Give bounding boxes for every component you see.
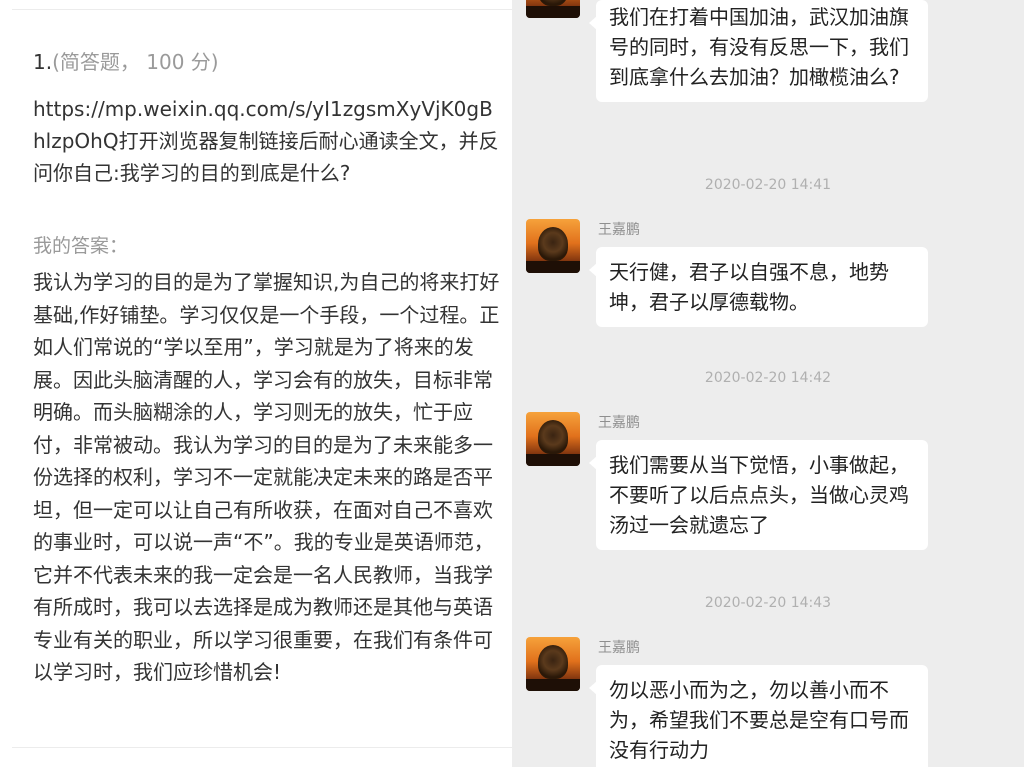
divider <box>12 9 512 10</box>
question-text: https://mp.weixin.qq.com/s/yI1zgsmXyVjK0… <box>33 97 499 185</box>
message-bubble[interactable]: 我们在打着中国加油，武汉加油旗号的同时，有没有反思一下，我们到底拿什么去加油？加… <box>589 0 928 102</box>
answer-text: 我认为学习的目的是为了掌握知识,为自己的将来打好基础,作好铺垫。学习仅仅是一个手… <box>33 270 500 684</box>
avatar[interactable] <box>526 0 580 18</box>
chat-panel[interactable]: 我们在打着中国加油，武汉加油旗号的同时，有没有反思一下，我们到底拿什么去加油？加… <box>512 0 1024 767</box>
divider <box>12 747 512 748</box>
message-bubble[interactable]: 勿以恶小而为之，勿以善小而不为，希望我们不要总是空有口号而没有行动力 <box>589 665 928 767</box>
lion-icon <box>538 645 568 679</box>
avatar[interactable] <box>526 219 580 273</box>
question-number: 1. <box>33 50 53 74</box>
answer-label: 我的答案： <box>33 235 129 257</box>
lion-icon <box>538 420 568 454</box>
question-type-score: (简答题， 100 分) <box>52 50 219 74</box>
lion-icon <box>538 227 568 261</box>
message-text: 勿以恶小而为之，勿以善小而不为，希望我们不要总是空有口号而没有行动力 <box>609 678 909 762</box>
message-timestamp: 2020-02-20 14:43 <box>704 595 832 611</box>
avatar[interactable] <box>526 412 580 466</box>
message-text: 我们需要从当下觉悟，小事做起，不要听了以后点点头，当做心灵鸡汤过一会就遗忘了 <box>609 453 909 537</box>
message-text: 天行健，君子以自强不息，地势坤，君子以厚德载物。 <box>609 260 889 314</box>
sender-name: 王嘉鹏 <box>598 415 640 431</box>
message-timestamp: 2020-02-20 14:42 <box>704 370 832 386</box>
sender-name: 王嘉鹏 <box>598 640 640 656</box>
sender-name: 王嘉鹏 <box>598 222 640 238</box>
message-bubble[interactable]: 天行健，君子以自强不息，地势坤，君子以厚德载物。 <box>589 247 928 327</box>
question-header: 1.(简答题， 100 分) <box>33 46 219 75</box>
message-bubble[interactable]: 我们需要从当下觉悟，小事做起，不要听了以后点点头，当做心灵鸡汤过一会就遗忘了 <box>589 440 928 550</box>
avatar[interactable] <box>526 637 580 691</box>
message-timestamp: 2020-02-20 14:41 <box>704 177 832 193</box>
message-text: 我们在打着中国加油，武汉加油旗号的同时，有没有反思一下，我们到底拿什么去加油？加… <box>609 5 909 89</box>
assignment-panel: 1.(简答题， 100 分) https://mp.weixin.qq.com/… <box>0 0 512 767</box>
